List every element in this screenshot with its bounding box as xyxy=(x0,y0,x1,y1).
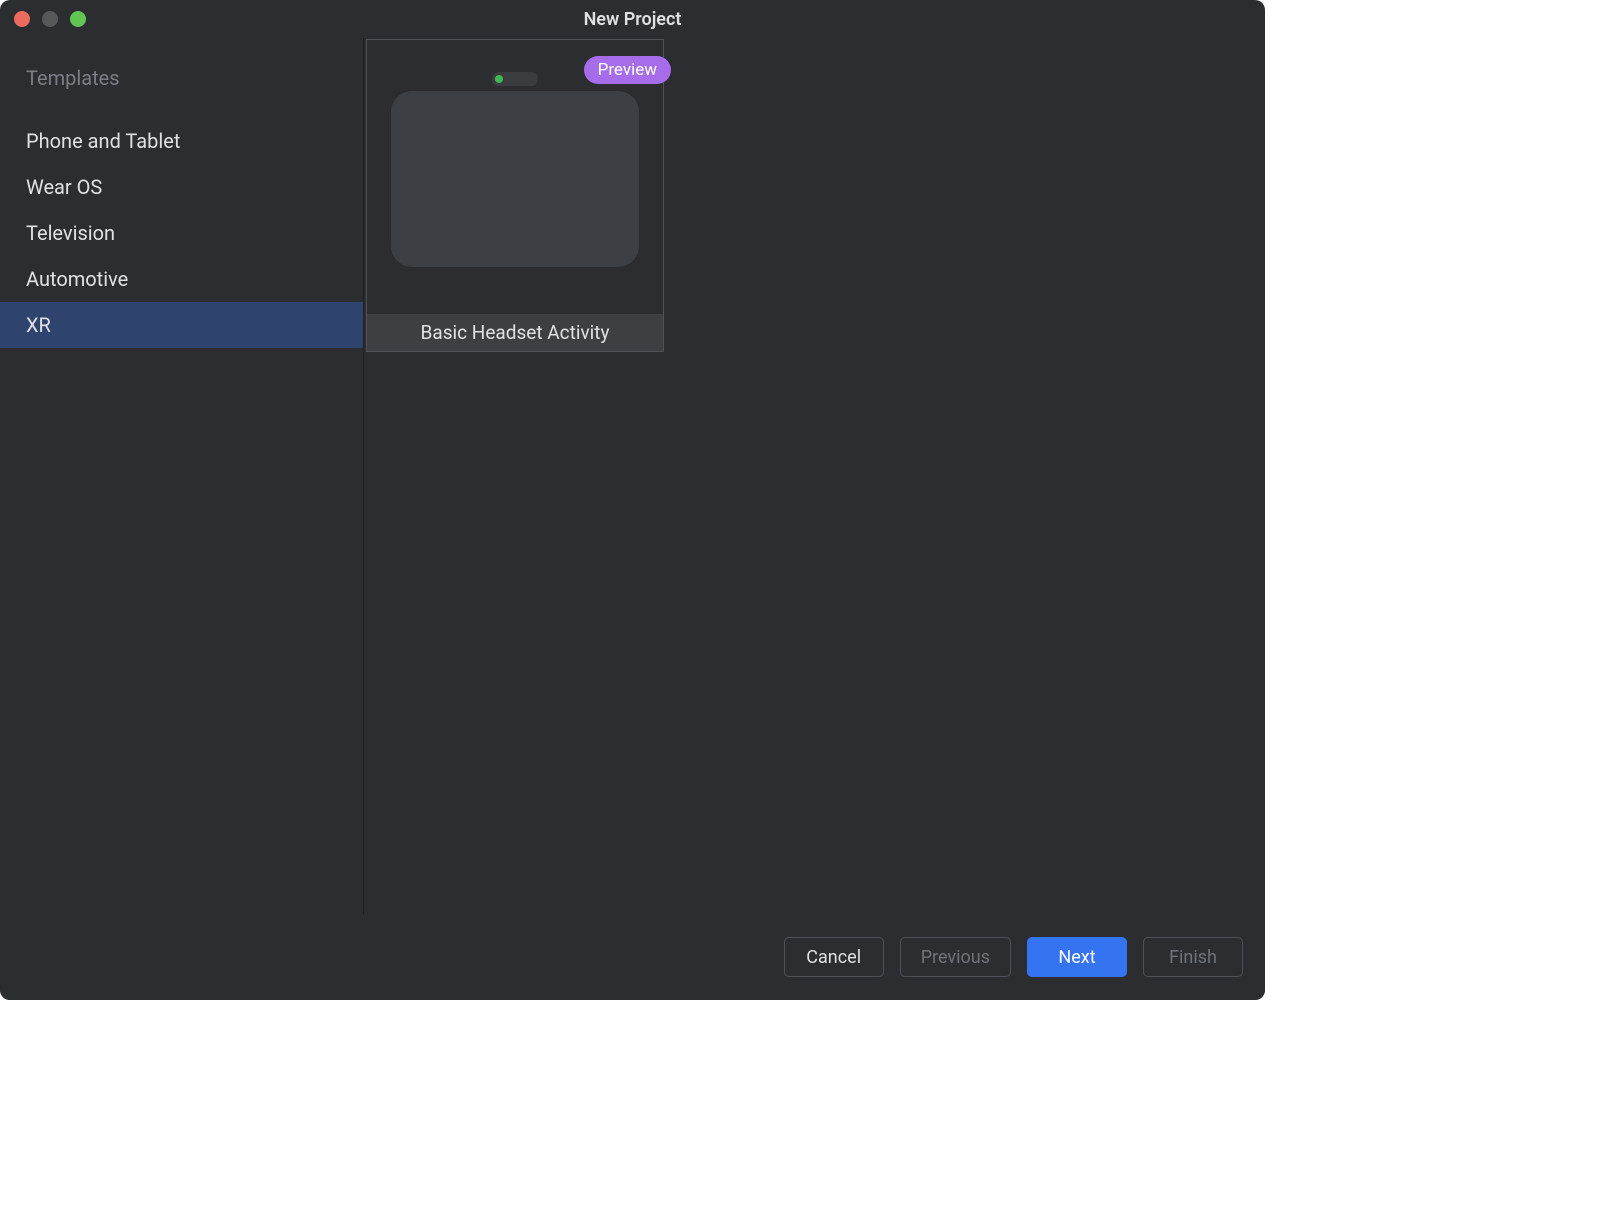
zoom-window-icon[interactable] xyxy=(70,11,86,27)
sidebar-item-xr[interactable]: XR xyxy=(0,302,363,348)
previous-button: Previous xyxy=(900,937,1011,977)
templates-heading: Templates xyxy=(0,66,363,118)
headset-screen-icon xyxy=(390,90,640,268)
status-led-icon xyxy=(495,75,503,83)
sidebar-item-television[interactable]: Television xyxy=(0,210,363,256)
dialog-body: Templates Phone and Tablet Wear OS Telev… xyxy=(0,38,1265,914)
finish-button: Finish xyxy=(1143,937,1243,977)
template-label: Basic Headset Activity xyxy=(367,314,663,351)
cancel-button[interactable]: Cancel xyxy=(784,937,884,977)
templates-sidebar: Templates Phone and Tablet Wear OS Telev… xyxy=(0,38,364,914)
dialog-footer: Cancel Previous Next Finish xyxy=(0,914,1265,1000)
sidebar-item-label: XR xyxy=(26,313,51,337)
minimize-window-icon[interactable] xyxy=(42,11,58,27)
window-controls xyxy=(14,11,86,27)
templates-grid: Preview Basic Headset Activity xyxy=(364,38,1265,914)
template-card-basic-headset-activity[interactable]: Preview Basic Headset Activity xyxy=(366,39,664,352)
sidebar-item-automotive[interactable]: Automotive xyxy=(0,256,363,302)
sidebar-item-label: Phone and Tablet xyxy=(26,129,180,153)
sidebar-item-label: Wear OS xyxy=(26,175,102,199)
headset-device-icon xyxy=(390,68,640,288)
sidebar-item-label: Automotive xyxy=(26,267,128,291)
close-window-icon[interactable] xyxy=(14,11,30,27)
sidebar-item-label: Television xyxy=(26,221,115,245)
titlebar: New Project xyxy=(0,0,1265,38)
sidebar-item-phone-and-tablet[interactable]: Phone and Tablet xyxy=(0,118,363,164)
next-button[interactable]: Next xyxy=(1027,937,1127,977)
sidebar-item-wear-os[interactable]: Wear OS xyxy=(0,164,363,210)
preview-badge: Preview xyxy=(584,56,671,84)
template-preview: Preview xyxy=(367,40,663,314)
new-project-dialog: New Project Templates Phone and Tablet W… xyxy=(0,0,1265,1000)
window-title: New Project xyxy=(0,9,1265,30)
headset-sensor-pill-icon xyxy=(492,72,538,86)
